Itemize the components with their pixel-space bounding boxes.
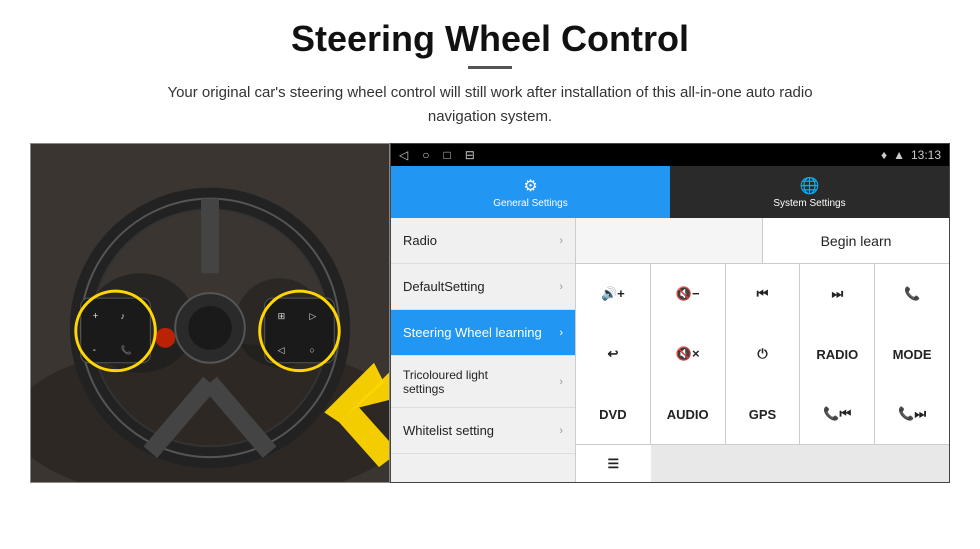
phone-prev-button[interactable]: 📞⏮	[800, 384, 874, 444]
page-title: Steering Wheel Control	[291, 18, 689, 60]
svg-text:-: -	[93, 345, 96, 356]
svg-text:📞: 📞	[121, 344, 133, 355]
phone-next-button[interactable]: 📞⏭	[875, 384, 949, 444]
mute-icon: 🔇×	[676, 346, 700, 362]
menu-list: Radio › DefaultSetting › Steering Wheel …	[391, 218, 576, 482]
begin-learn-button[interactable]: Begin learn	[763, 218, 949, 263]
controls-row3: DVD AUDIO GPS 📞⏮ 📞⏭	[576, 384, 949, 444]
recents-nav-icon[interactable]: □	[443, 148, 450, 162]
menu-radio-label: Radio	[403, 233, 437, 248]
mute-button[interactable]: 🔇×	[651, 324, 725, 384]
mode-button[interactable]: MODE	[875, 324, 949, 384]
power-icon: ⏻	[757, 346, 767, 362]
radio-label: RADIO	[816, 347, 858, 362]
vol-down-icon: 🔇−	[676, 286, 700, 302]
phone-icon: 📞	[904, 286, 920, 302]
svg-text:○: ○	[309, 345, 314, 355]
phone-button[interactable]: 📞	[875, 264, 949, 324]
vol-up-icon: 🔊+	[601, 286, 625, 302]
controls-row1: 🔊+ 🔇− ⏮ ⏭ 📞	[576, 264, 949, 324]
status-bar: ◁ ○ □ ⊟ ♦ ▲ 13:13	[391, 144, 949, 166]
chevron-icon: ›	[559, 281, 563, 293]
chevron-icon: ›	[559, 327, 563, 339]
prev-track-icon: ⏮	[757, 286, 769, 302]
chevron-icon: ›	[559, 376, 563, 388]
menu-nav-icon[interactable]: ⊟	[465, 148, 475, 162]
dvd-label: DVD	[599, 407, 626, 422]
vol-up-button[interactable]: 🔊+	[576, 264, 650, 324]
mode-label: MODE	[893, 347, 932, 362]
dvd-button[interactable]: DVD	[576, 384, 650, 444]
controls-row2: ↩ 🔇× ⏻ RADIO MODE	[576, 324, 949, 384]
home-nav-icon[interactable]: ○	[422, 148, 429, 162]
menu-whitelist-label: Whitelist setting	[403, 423, 494, 438]
android-panel: ◁ ○ □ ⊟ ♦ ▲ 13:13 ⚙ General Settings	[390, 143, 950, 483]
audio-button[interactable]: AUDIO	[651, 384, 725, 444]
title-divider	[468, 66, 512, 69]
menu-tricoloured-label: Tricoloured lightsettings	[403, 368, 488, 396]
controls-row4: ☰	[576, 444, 949, 482]
phone-next-icon: 📞⏭	[898, 406, 926, 422]
menu-item-steering-wheel[interactable]: Steering Wheel learning ›	[391, 310, 575, 356]
gps-button[interactable]: GPS	[726, 384, 800, 444]
next-track-button[interactable]: ⏭	[800, 264, 874, 324]
tab-general-settings[interactable]: ⚙ General Settings	[391, 166, 670, 218]
radio-mode-button[interactable]: RADIO	[800, 324, 874, 384]
svg-text:+: +	[93, 311, 99, 322]
page-container: Steering Wheel Control Your original car…	[0, 0, 980, 549]
prev-track-button[interactable]: ⏮	[726, 264, 800, 324]
tab-bar: ⚙ General Settings 🌐 System Settings	[391, 166, 949, 218]
menu-item-default-setting[interactable]: DefaultSetting ›	[391, 264, 575, 310]
status-right: ♦ ▲ 13:13	[881, 148, 941, 162]
menu-default-label: DefaultSetting	[403, 279, 485, 294]
page-subtitle: Your original car's steering wheel contr…	[140, 81, 840, 129]
back-button[interactable]: ↩	[576, 324, 650, 384]
content-area: Radio › DefaultSetting › Steering Wheel …	[391, 218, 949, 482]
clock: 13:13	[911, 148, 941, 162]
phone-prev-icon: 📞⏮	[823, 406, 851, 422]
power-button[interactable]: ⏻	[726, 324, 800, 384]
tab-system-settings[interactable]: 🌐 System Settings	[670, 166, 949, 218]
menu-item-radio[interactable]: Radio ›	[391, 218, 575, 264]
menu-item-tricoloured[interactable]: Tricoloured lightsettings ›	[391, 356, 575, 408]
gps-label: GPS	[749, 407, 776, 422]
vol-down-button[interactable]: 🔇−	[651, 264, 725, 324]
steering-wheel-image: + - ♪ 📞 ⊞ ◁ ▷ ○	[30, 143, 390, 483]
svg-text:⊞: ⊞	[278, 311, 285, 321]
globe-icon: 🌐	[800, 176, 820, 196]
tab-system-label: System Settings	[773, 198, 845, 209]
empty-input-box	[576, 218, 763, 263]
back-icon: ↩	[607, 346, 618, 362]
next-track-icon: ⏭	[831, 286, 843, 302]
menu-item-whitelist[interactable]: Whitelist setting ›	[391, 408, 575, 454]
list-button[interactable]: ☰	[576, 445, 651, 482]
svg-text:◁: ◁	[278, 345, 285, 355]
back-nav-icon[interactable]: ◁	[399, 148, 408, 162]
chevron-icon: ›	[559, 235, 563, 247]
top-row: Begin learn	[576, 218, 949, 264]
wifi-icon: ▲	[893, 148, 905, 162]
gear-icon: ⚙	[523, 176, 537, 196]
location-icon: ♦	[881, 148, 887, 162]
controls-panel: Begin learn 🔊+ 🔇− ⏮	[576, 218, 949, 482]
list-icon: ☰	[607, 456, 619, 472]
tab-general-label: General Settings	[493, 198, 568, 209]
chevron-icon: ›	[559, 425, 563, 437]
audio-label: AUDIO	[667, 407, 709, 422]
main-content: + - ♪ 📞 ⊞ ◁ ▷ ○	[30, 143, 950, 483]
menu-steering-label: Steering Wheel learning	[403, 325, 542, 340]
svg-text:▷: ▷	[309, 311, 316, 321]
svg-text:♪: ♪	[121, 311, 125, 321]
nav-icons: ◁ ○ □ ⊟	[399, 148, 475, 162]
